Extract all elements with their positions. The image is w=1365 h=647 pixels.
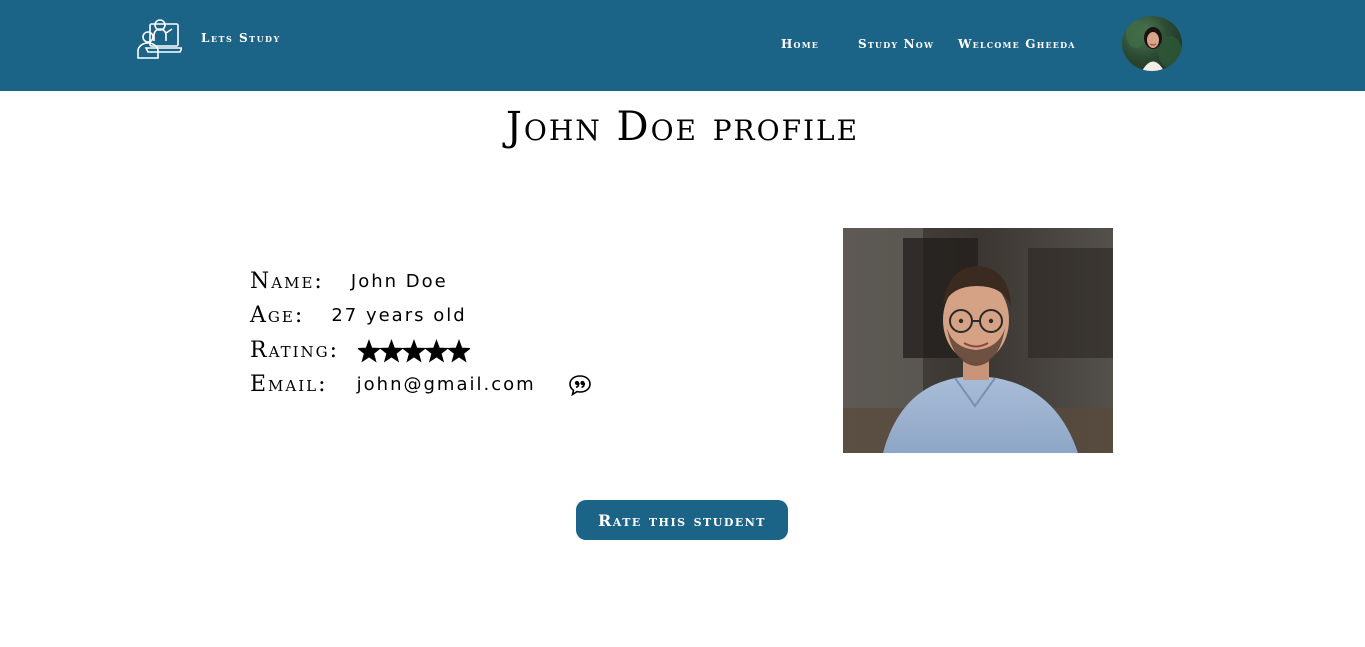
star-filled-icon xyxy=(379,338,404,362)
age-label: Age: xyxy=(250,303,305,328)
profile-name-row: Name: John Doe xyxy=(250,269,448,299)
student-photo-image xyxy=(843,228,1113,453)
star-filled-icon xyxy=(401,338,427,362)
nav-welcome-user[interactable]: Welcome Gheeda xyxy=(958,37,1076,51)
email-value[interactable]: john@gmail.com xyxy=(357,374,536,395)
name-value: John Doe xyxy=(350,271,448,292)
student-photo xyxy=(843,228,1113,453)
email-label: Email: xyxy=(250,372,328,397)
rate-student-button[interactable]: Rate this student xyxy=(576,500,788,540)
profile-age-row: Age: 27 years old xyxy=(250,303,467,333)
star-filled-icon xyxy=(358,338,382,362)
nav-study-now-link[interactable]: Study Now xyxy=(858,37,934,51)
brand-name[interactable]: Lets Study xyxy=(201,31,281,45)
name-label: Name: xyxy=(250,269,324,294)
rating-stars xyxy=(358,338,471,363)
age-value: 27 years old xyxy=(331,305,467,326)
top-navbar: Lets Study Home Study Now Welcome Gheeda xyxy=(0,0,1365,91)
user-avatar[interactable] xyxy=(1122,16,1182,71)
profile-rating-row: Rating: xyxy=(250,338,471,368)
page-title: John Doe profile xyxy=(505,104,860,150)
teacher-laptop-icon[interactable] xyxy=(136,15,182,59)
profile-email-row: Email: john@gmail.com xyxy=(250,372,536,402)
rating-label: Rating: xyxy=(250,338,340,363)
quote-bubble-icon[interactable] xyxy=(568,374,592,396)
star-filled-icon xyxy=(424,338,449,362)
nav-home-link[interactable]: Home xyxy=(781,37,819,51)
star-filled-icon xyxy=(446,338,471,362)
avatar-image xyxy=(1126,20,1182,71)
